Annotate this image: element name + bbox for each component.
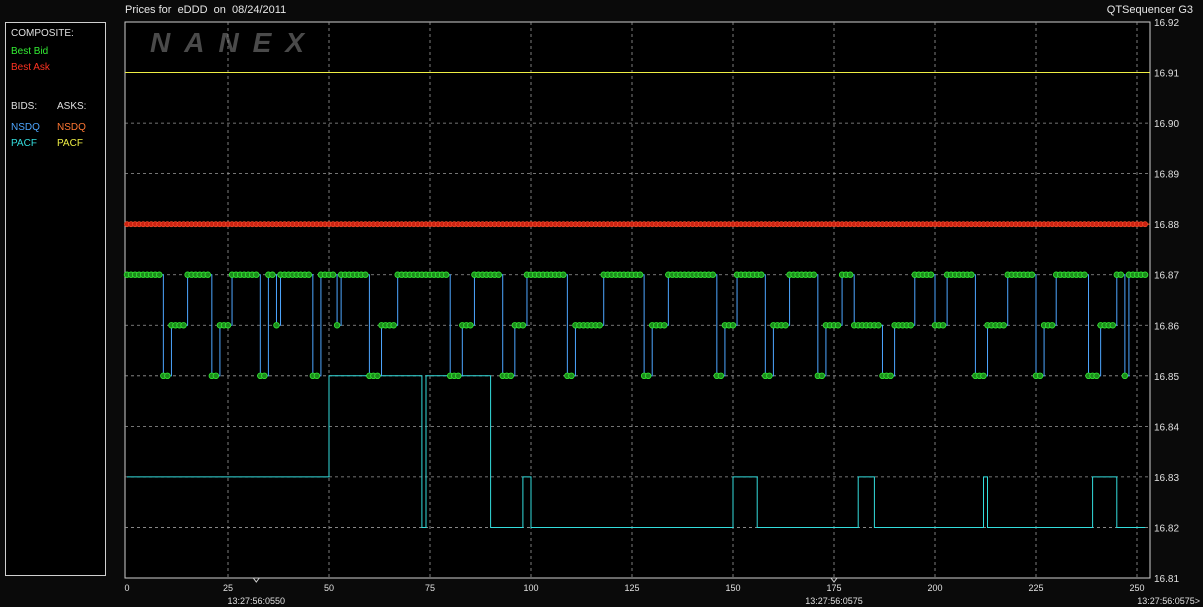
best-bid-point bbox=[212, 372, 220, 380]
x-tick-label: 200 bbox=[927, 583, 942, 593]
best-bid-point bbox=[766, 372, 773, 380]
best-bid-point bbox=[390, 322, 397, 329]
best-bid-point bbox=[261, 372, 268, 380]
best-bid-point bbox=[1036, 372, 1044, 380]
best-bid-point bbox=[495, 271, 502, 278]
best-bid-point bbox=[568, 372, 575, 380]
best-bid-point bbox=[644, 372, 652, 380]
best-bid-point bbox=[1028, 271, 1036, 278]
best-bid-point bbox=[1109, 322, 1116, 329]
y-tick-label: 16.88 bbox=[1154, 220, 1179, 231]
best-bid-point bbox=[709, 271, 716, 278]
watermark: NANEX bbox=[150, 27, 318, 58]
best-bid-point bbox=[180, 322, 187, 329]
best-bid-point bbox=[717, 372, 725, 380]
best-bid-point bbox=[313, 372, 321, 380]
x-tick-label: 250 bbox=[1129, 583, 1144, 593]
best-bid-point bbox=[1093, 372, 1100, 380]
x-tick-label: 100 bbox=[523, 583, 538, 593]
time-label: 13:27:56:0575> bbox=[1137, 596, 1200, 606]
x-tick-label: 0 bbox=[124, 583, 129, 593]
x-tick-label: 25 bbox=[223, 583, 233, 593]
best-bid-point bbox=[1081, 271, 1088, 278]
y-tick-label: 16.89 bbox=[1154, 170, 1179, 181]
price-chart: NANEX 16.81 16.82 16.83 16.84 16.85 16.86 16.8… bbox=[123, 18, 1200, 606]
x-tick-label: 225 bbox=[1028, 583, 1043, 593]
y-tick-label: 16.82 bbox=[1154, 523, 1179, 534]
best-bid-point bbox=[887, 372, 894, 380]
y-tick-label: 16.85 bbox=[1154, 372, 1179, 383]
best-bid-point bbox=[758, 271, 765, 278]
best-bid-point bbox=[1048, 322, 1056, 329]
x-tick-label: 175 bbox=[826, 583, 841, 593]
best-bid-point bbox=[273, 322, 280, 329]
time-label: 13:27:56:0550 bbox=[227, 596, 285, 606]
best-bid-point bbox=[834, 322, 842, 329]
best-bid-point bbox=[818, 372, 826, 380]
best-bid-point bbox=[968, 271, 975, 278]
best-bid-point bbox=[507, 372, 514, 380]
y-tick-label: 16.92 bbox=[1154, 18, 1179, 29]
best-bid-point bbox=[810, 271, 817, 278]
y-tick-label: 16.91 bbox=[1154, 69, 1179, 80]
best-bid-point bbox=[661, 322, 668, 329]
best-bid-point bbox=[374, 372, 381, 380]
y-tick-label: 16.87 bbox=[1154, 271, 1179, 282]
x-tick-label: 50 bbox=[324, 583, 334, 593]
y-tick-label: 16.90 bbox=[1154, 119, 1179, 130]
best-bid-point bbox=[782, 322, 789, 329]
best-bid-point bbox=[329, 271, 337, 278]
best-bid-point bbox=[305, 271, 312, 278]
best-ask-point bbox=[1142, 221, 1148, 228]
best-bid-point bbox=[939, 322, 947, 329]
x-tick-label: 125 bbox=[624, 583, 639, 593]
best-bid-point bbox=[1117, 271, 1125, 278]
best-bid-point bbox=[1121, 372, 1129, 380]
best-bid-point bbox=[1000, 322, 1007, 329]
best-bid-point bbox=[980, 372, 987, 380]
best-bid-point bbox=[729, 322, 737, 329]
y-tick-label: 16.84 bbox=[1154, 422, 1179, 433]
best-bid-point bbox=[519, 322, 527, 329]
best-bid-point bbox=[253, 271, 260, 278]
best-bid-point bbox=[875, 322, 882, 329]
chart-window: Prices for eDDD on 08/24/2011 QTSequence… bbox=[0, 0, 1203, 607]
best-bid-point bbox=[269, 271, 276, 278]
best-bid-point bbox=[560, 271, 567, 278]
time-marker bbox=[252, 577, 261, 583]
best-bid-point bbox=[333, 322, 341, 329]
best-bid-point bbox=[636, 271, 644, 278]
best-bid-point bbox=[907, 322, 914, 329]
best-bid-point bbox=[846, 271, 854, 278]
best-bid-point bbox=[455, 372, 462, 380]
best-bid-point bbox=[164, 372, 171, 380]
x-tick-label: 150 bbox=[725, 583, 740, 593]
best-bid-point bbox=[362, 271, 369, 278]
time-label: 13:27:56:0575 bbox=[805, 596, 863, 606]
y-tick-label: 16.83 bbox=[1154, 473, 1179, 484]
best-bid-point bbox=[927, 271, 935, 278]
best-bid-point bbox=[467, 322, 474, 329]
best-bid-point bbox=[224, 322, 232, 329]
y-tick-label: 16.81 bbox=[1154, 574, 1179, 585]
best-bid-point bbox=[1141, 271, 1149, 278]
best-bid-point bbox=[596, 322, 603, 329]
best-bid-point bbox=[442, 271, 450, 278]
x-tick-label: 75 bbox=[425, 583, 435, 593]
best-bid-point bbox=[204, 271, 211, 278]
plot-area bbox=[124, 21, 1151, 579]
y-tick-label: 16.86 bbox=[1154, 321, 1179, 332]
best-bid-point bbox=[156, 271, 163, 278]
time-marker bbox=[830, 577, 838, 583]
